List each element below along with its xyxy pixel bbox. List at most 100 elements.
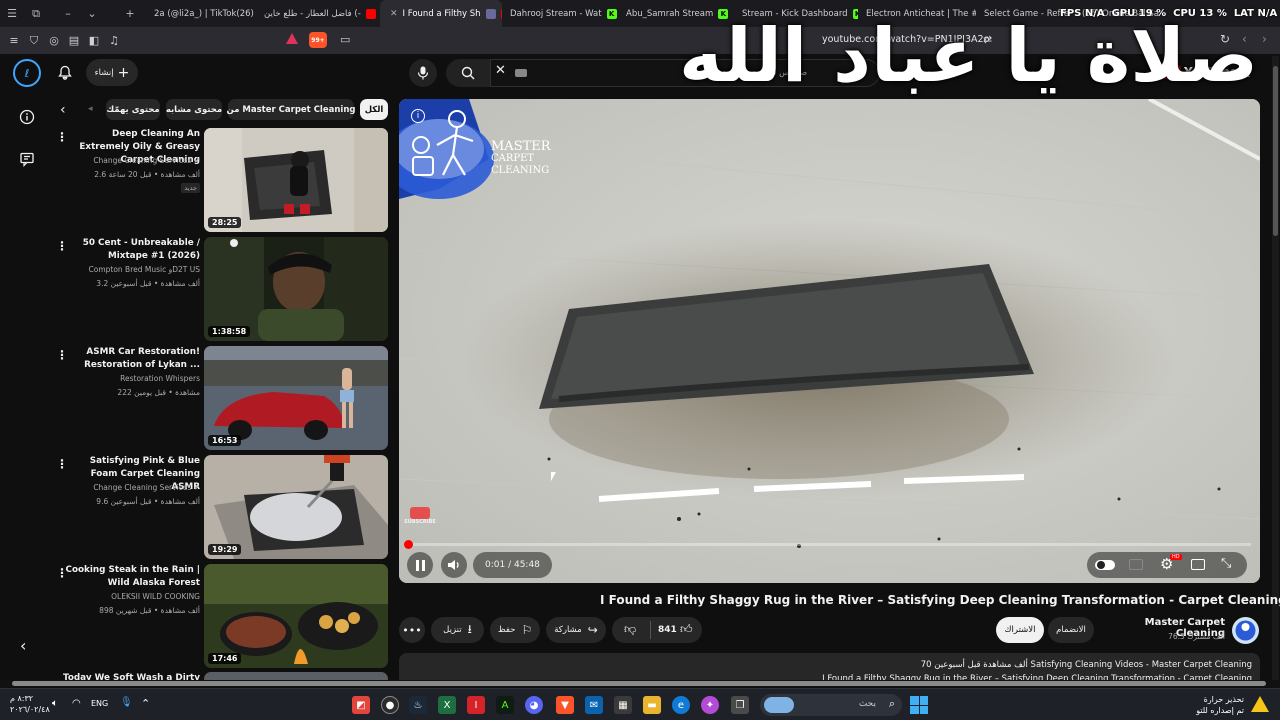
tab-tiktok[interactable]: 2a (@li2a_) | TikTok(26) [146,0,256,27]
store-icon[interactable]: ▦ [614,696,632,714]
windows-start-icon[interactable] [910,696,928,714]
channel-name[interactable]: Compton Bred Music وD2T US [89,265,201,274]
app-colorful-icon[interactable]: ◩ [352,696,370,714]
globe-icon[interactable]: ◎ [44,31,64,51]
chip-all[interactable]: الكل [360,99,388,120]
recommendation-item[interactable]: ⋮ Satisfying Pink & Blue Foam Carpet Cle… [52,455,390,559]
task-view-icon[interactable]: ❐ [731,696,749,714]
system-notice[interactable]: تحذير حرارة تم إصداره للتو [1170,694,1244,716]
save-button[interactable]: حفظ ⚐ [490,617,540,643]
forward-icon[interactable]: › [1262,32,1267,46]
video-thumbnail[interactable]: 28:25 [204,128,388,232]
search-button[interactable] [446,59,490,87]
tab-active-video[interactable]: ✕ I Found a Filthy Sh [380,0,502,27]
subscribe-button[interactable]: الاشتراك [996,617,1044,643]
discord-icon[interactable]: ◕ [525,696,543,714]
theater-mode-icon[interactable] [1191,559,1205,570]
channel-name[interactable]: OLEKSII WILD COOKING [111,592,200,601]
channel-name[interactable]: Change Cleaning Services ✔ [93,156,200,165]
video-thumbnail[interactable]: 19:29 [204,455,388,559]
video-title[interactable]: 50 Cent - Unbreakable / Mixtape #1 (2026… [60,237,200,263]
wifi-icon[interactable]: ◠ [72,698,81,709]
chat-icon[interactable] [13,145,41,173]
chips-scroll-left-icon[interactable]: ‹ [60,102,66,118]
taskbar-search[interactable]: بحث ⌕ [760,694,902,716]
copilot-icon[interactable]: ✦ [701,696,719,714]
autoplay-toggle[interactable] [1095,560,1115,570]
video-info-icon[interactable]: i [411,109,425,123]
volume-button[interactable] [441,552,467,578]
like-icon[interactable]: 👍︎ [680,622,693,637]
video-thumbnail[interactable]: 16:53 [204,346,388,450]
speaker-icon[interactable]: 🔈︎ [52,698,58,709]
music-icon[interactable]: ♫ [104,31,124,51]
obs-icon[interactable]: ● [381,696,399,714]
pause-button[interactable] [407,552,433,578]
channel-avatar[interactable] [1232,617,1259,644]
tab-kick-dahrooj[interactable]: Dahrooj Stream - Wat K [502,0,618,27]
window-icon[interactable]: ⧉ [24,0,48,27]
download-button[interactable]: تنزيل ⭳ [431,617,484,643]
horizontal-scrollbar[interactable] [0,680,1280,687]
brave-browser-icon[interactable]: ▼ [556,696,574,714]
video-player[interactable]: MASTER CARPET CLEANING i SUBSCRIBE 0:01 … [399,99,1260,583]
recommendation-item[interactable]: ⋮ ASMR Car Restoration! Restoration of L… [52,346,390,450]
recommendation-item[interactable]: ⋮ Cooking Steak in the Rain | Wild Alask… [52,564,390,668]
file-explorer-icon[interactable]: ▬ [643,696,661,714]
outlook-icon[interactable]: ✉ [585,696,603,714]
more-actions-icon[interactable]: ••• [399,617,425,643]
warning-triangle-icon[interactable] [286,33,298,44]
progress-bar[interactable] [404,540,1251,549]
video-title[interactable]: ASMR Car Restoration! Restoration of Lyk… [60,346,200,372]
app-a-icon[interactable]: A [496,696,514,714]
chip-recommended[interactable]: محتوى يهمّك [106,99,160,120]
horizontal-scrollbar-thumb[interactable] [12,681,1266,686]
join-button[interactable]: الانضمام [1048,617,1094,643]
subscribe-watermark[interactable]: SUBSCRIBE [404,507,436,529]
dislike-icon[interactable]: 👎︎ [624,622,636,637]
clock[interactable]: ٨:٣٢ م ٢٠٢٦/٠٢/٤٨ [10,693,50,715]
video-title[interactable]: Cooking Steak in the Rain | Wild Alaska … [60,564,201,590]
tabs-icon[interactable]: ▤ [64,31,84,51]
voice-search-mic-icon[interactable] [409,59,437,87]
account-avatar[interactable]: ℓ [13,59,41,87]
browser-menu-icon[interactable]: ☰ [0,0,24,27]
clear-search-icon[interactable]: ✕ [495,63,506,78]
chip-from-channel[interactable]: من Master Carpet Cleaning [227,99,355,120]
progress-scrubber[interactable] [404,540,413,549]
chip-related[interactable]: محتوى مشابه [166,99,222,120]
edge-icon[interactable]: e [672,696,690,714]
brave-shield-badge[interactable]: 99+ [309,32,327,48]
language-indicator[interactable]: ENG [91,699,108,708]
fullscreen-icon[interactable]: ⤡ [1221,556,1231,571]
channel-name[interactable]: Change Cleaning Services ✔ [93,483,200,492]
recommendation-item[interactable]: ⋮ Deep Cleaning An Extremely Oily & Grea… [52,128,390,232]
warning-icon[interactable] [1251,696,1269,712]
tab-youtube-song[interactable]: فاضل العطار - طلع خاين (- [256,0,380,27]
tab-list-chevron-icon[interactable]: ⌄ [80,0,104,27]
share-button[interactable]: مشاركة ↪ [546,617,606,643]
steam-icon[interactable]: ♨ [409,696,427,714]
create-button[interactable]: إنشاء + [86,59,138,86]
sidebar-icon[interactable]: ◧ [84,31,104,51]
video-thumbnail[interactable]: 1:38:58 [204,237,388,341]
microphone-icon[interactable]: 🎙︎ [120,697,133,708]
minimize-icon[interactable]: – [56,0,80,27]
info-icon[interactable] [13,103,41,131]
menu-icon[interactable]: ≡ [4,31,24,51]
keyboard-icon[interactable] [515,69,527,77]
shield-icon[interactable]: ⛉ [24,31,44,51]
app-red-icon[interactable]: Ⅰ [467,696,485,714]
scrollbar-thumb[interactable] [1273,66,1278,236]
video-thumbnail[interactable]: 17:46 [204,564,388,668]
excel-icon[interactable]: X [438,696,456,714]
tray-chevron-icon[interactable]: ⌃ [141,697,150,710]
page-scrollbar[interactable] [1272,56,1279,686]
subtitles-icon[interactable] [1129,559,1143,570]
tab-view-icon[interactable]: ▭ [340,33,350,46]
recommendation-item[interactable]: ⋮ 50 Cent - Unbreakable / Mixtape #1 (20… [52,237,390,341]
collapse-chevron-icon[interactable]: ‹ [20,636,26,655]
close-tab-icon[interactable]: ✕ [390,9,398,19]
new-tab-icon[interactable]: + [118,0,142,27]
channel-name[interactable]: Restoration Whispers [120,374,200,383]
